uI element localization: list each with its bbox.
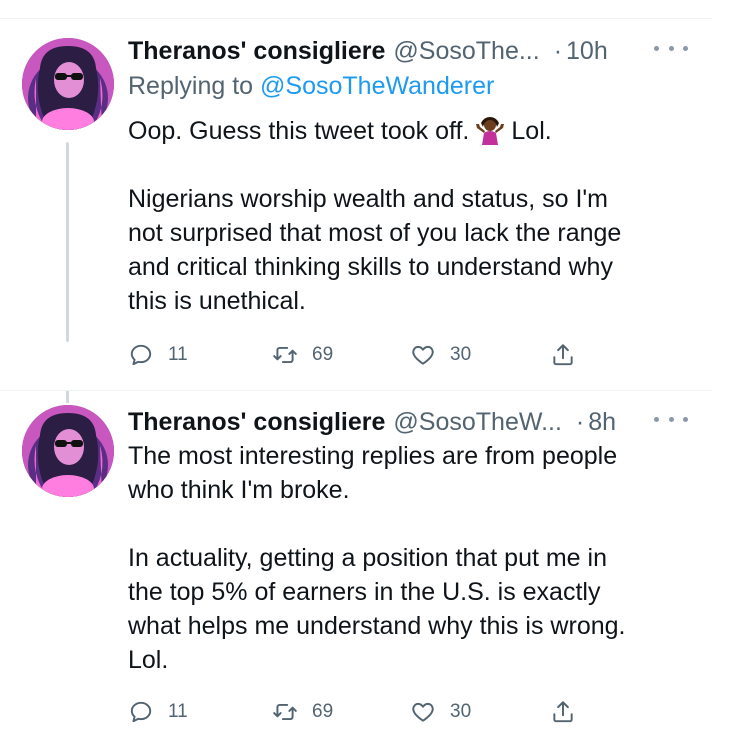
timestamp[interactable]: 8h [588, 405, 616, 439]
retweet-button[interactable]: 69 [272, 342, 333, 368]
tweet-text-intro: Oop. Guess this tweet took off. [128, 117, 470, 145]
share-button[interactable] [550, 699, 576, 725]
like-button[interactable]: 30 [410, 699, 471, 725]
retweet-count: 69 [312, 344, 334, 365]
thread-connector-stub [66, 391, 69, 403]
top-divider [0, 0, 712, 19]
avatar[interactable] [22, 38, 114, 130]
share-icon [553, 344, 573, 366]
replying-to-label: Replying to [128, 72, 261, 100]
separator-dot: · [553, 37, 563, 65]
tweet-text-lol: Lol. [511, 117, 552, 145]
user-handle[interactable]: @SosoTheW... [393, 405, 562, 439]
tweet-header: Theranos' consigliere @SosoTheW... · 8h [128, 405, 688, 439]
woman-shrugging-emoji [475, 115, 505, 145]
retweet-icon [273, 703, 297, 721]
right-margin [712, 0, 750, 750]
reply-icon [130, 701, 152, 723]
retweet-button[interactable]: 69 [272, 699, 333, 725]
more-dots-icon[interactable] [654, 46, 688, 56]
reply-count: 11 [168, 701, 188, 722]
tweet-text: Oop. Guess this tweet took off. Lol. Nige… [128, 114, 688, 318]
more-dots-icon[interactable] [654, 417, 688, 427]
retweet-icon [273, 346, 297, 364]
share-button[interactable] [550, 342, 576, 368]
reply-count: 11 [168, 344, 188, 365]
tweet-actions: 11 69 30 [128, 697, 598, 727]
like-count: 30 [450, 701, 472, 722]
tweet-1[interactable]: Theranos' consigliere @SosoThe... · 10h … [0, 18, 712, 390]
retweet-count: 69 [312, 701, 334, 722]
reply-button[interactable]: 11 [128, 699, 188, 725]
heart-icon [412, 702, 434, 722]
tweet-content: Theranos' consigliere @SosoTheW... · 8h … [128, 405, 688, 677]
timestamp[interactable]: 10h [566, 34, 608, 68]
display-name[interactable]: Theranos' consigliere [128, 405, 385, 439]
replying-to: Replying to @SosoTheWanderer [128, 68, 688, 104]
tweet-2[interactable]: Theranos' consigliere @SosoTheW... · 8h … [0, 390, 712, 743]
reply-button[interactable]: 11 [128, 342, 188, 368]
like-count: 30 [450, 344, 472, 365]
heart-icon [412, 345, 434, 365]
tweet-text: The most interesting replies are from pe… [128, 442, 626, 674]
reply-icon [130, 344, 152, 366]
tweet-thread: Theranos' consigliere @SosoThe... · 10h … [0, 0, 750, 750]
tweet-header: Theranos' consigliere @SosoThe... · 10h [128, 34, 688, 68]
tweet-text-body: Nigerians worship wealth and status, so … [128, 185, 622, 315]
tweet-content: Theranos' consigliere @SosoThe... · 10h … [128, 34, 688, 318]
separator-dot: · [575, 408, 585, 436]
avatar-image [22, 38, 114, 130]
display-name[interactable]: Theranos' consigliere [128, 34, 385, 68]
replying-to-handle[interactable]: @SosoTheWanderer [260, 72, 494, 100]
share-icon [553, 701, 573, 723]
like-button[interactable]: 30 [410, 342, 471, 368]
thread-connector-line [66, 142, 69, 342]
user-handle[interactable]: @SosoThe... [393, 34, 539, 68]
avatar[interactable] [22, 405, 114, 497]
avatar-image [22, 405, 114, 497]
tweet-actions: 11 69 30 [128, 340, 598, 370]
